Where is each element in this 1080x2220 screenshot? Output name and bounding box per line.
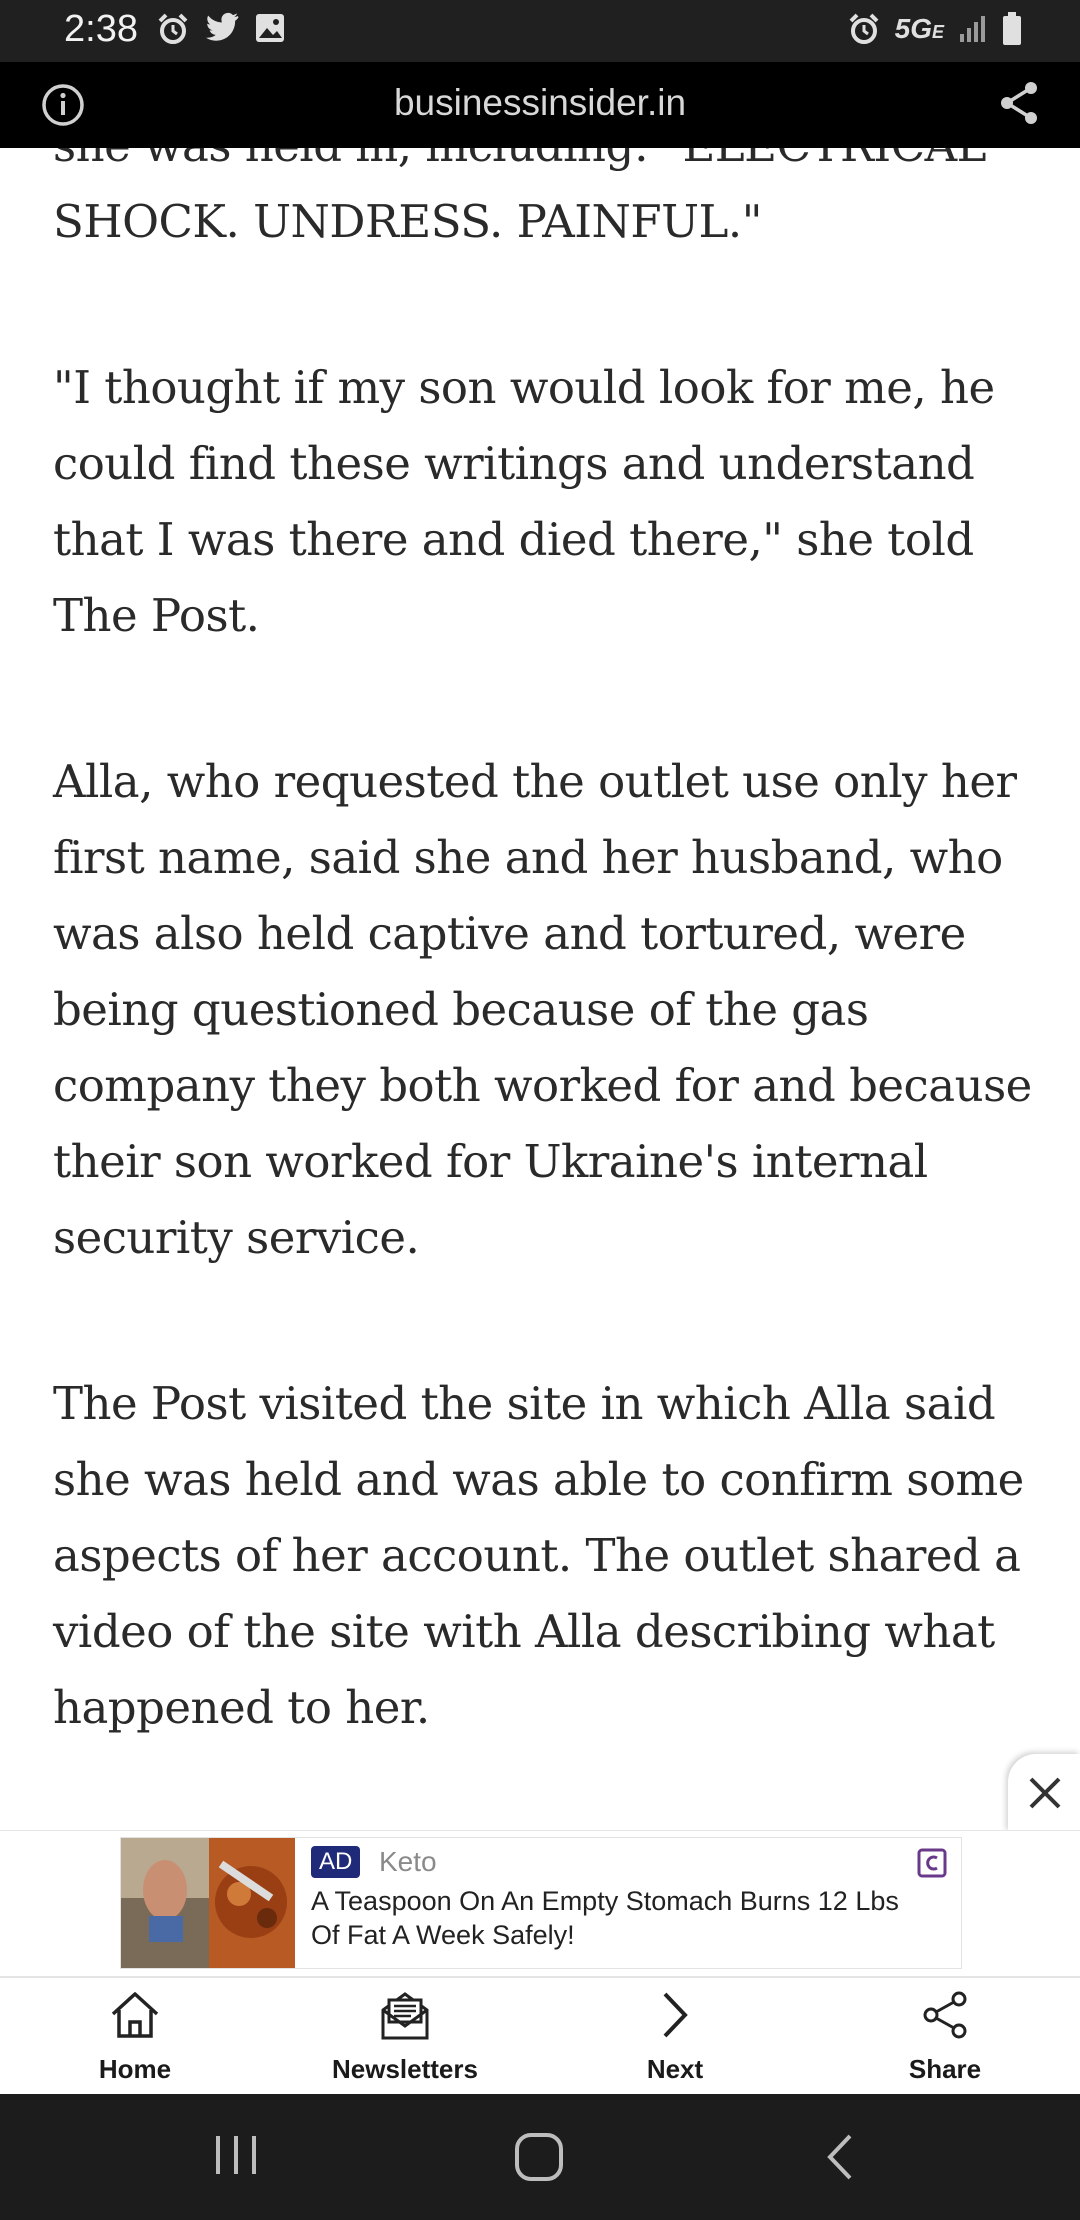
system-navigation-bar bbox=[0, 2094, 1080, 2220]
ad-brand: Keto bbox=[379, 1846, 437, 1877]
nav-next[interactable]: Next bbox=[540, 1978, 810, 2096]
close-icon bbox=[1029, 1777, 1061, 1809]
status-bar: 2:38 5GE bbox=[0, 0, 1080, 62]
article-paragraph: "I thought if my son would look for me, … bbox=[53, 361, 995, 642]
adchoices-icon[interactable] bbox=[917, 1848, 947, 1878]
ad-close-button[interactable] bbox=[1008, 1754, 1080, 1832]
signal-icon bbox=[960, 16, 985, 42]
status-icons-left bbox=[156, 12, 286, 46]
ad-card[interactable]: AD Keto A Teaspoon On An Empty Stomach B… bbox=[120, 1837, 962, 1969]
share-icon[interactable] bbox=[998, 80, 1040, 126]
recent-apps-icon[interactable] bbox=[212, 2130, 260, 2180]
nav-home[interactable]: Home bbox=[0, 1978, 270, 2096]
share-icon bbox=[923, 1991, 967, 2039]
status-time: 2:38 bbox=[64, 8, 138, 50]
newsletter-icon bbox=[381, 1992, 429, 2040]
home-icon bbox=[111, 1992, 159, 2038]
nav-label: Share bbox=[908, 2054, 982, 2084]
url-bar: businessinsider.in bbox=[0, 62, 1080, 148]
home-button-icon[interactable] bbox=[512, 2130, 566, 2184]
ad-banner: AD Keto A Teaspoon On An Empty Stomach B… bbox=[0, 1830, 1080, 1977]
nav-newsletters[interactable]: Newsletters bbox=[270, 1978, 540, 2096]
chevron-right-icon bbox=[663, 1992, 688, 2038]
twitter-icon bbox=[206, 12, 239, 41]
nav-label: Newsletters bbox=[332, 2054, 478, 2084]
alarm-icon bbox=[158, 13, 188, 44]
nav-label: Next bbox=[646, 2054, 704, 2084]
alarm-icon bbox=[849, 13, 879, 44]
bottom-navigation: Home Newsletters Next Share bbox=[0, 1976, 1080, 2096]
status-icons-right: 5GE bbox=[847, 12, 1022, 46]
article-paragraph: Alla, who requested the outlet use only … bbox=[53, 755, 1032, 1264]
image-icon bbox=[256, 14, 284, 42]
back-icon[interactable] bbox=[822, 2130, 858, 2184]
nav-share[interactable]: Share bbox=[810, 1978, 1080, 2096]
ad-headline[interactable]: A Teaspoon On An Empty Stomach Burns 12 … bbox=[311, 1884, 911, 1952]
ad-image[interactable] bbox=[121, 1838, 295, 1968]
article-paragraph: The Post visited the site in which Alla … bbox=[53, 1377, 1024, 1734]
site-domain[interactable]: businessinsider.in bbox=[0, 82, 1080, 124]
network-indicator: 5GE bbox=[894, 13, 944, 44]
article-body: she was held in, including: "ELECTRICAL … bbox=[0, 148, 1080, 1830]
battery-icon bbox=[1003, 12, 1021, 45]
ad-badge: AD bbox=[311, 1846, 361, 1878]
article-paragraph: she was held in, including: "ELECTRICAL … bbox=[53, 148, 986, 248]
nav-label: Home bbox=[98, 2054, 172, 2084]
